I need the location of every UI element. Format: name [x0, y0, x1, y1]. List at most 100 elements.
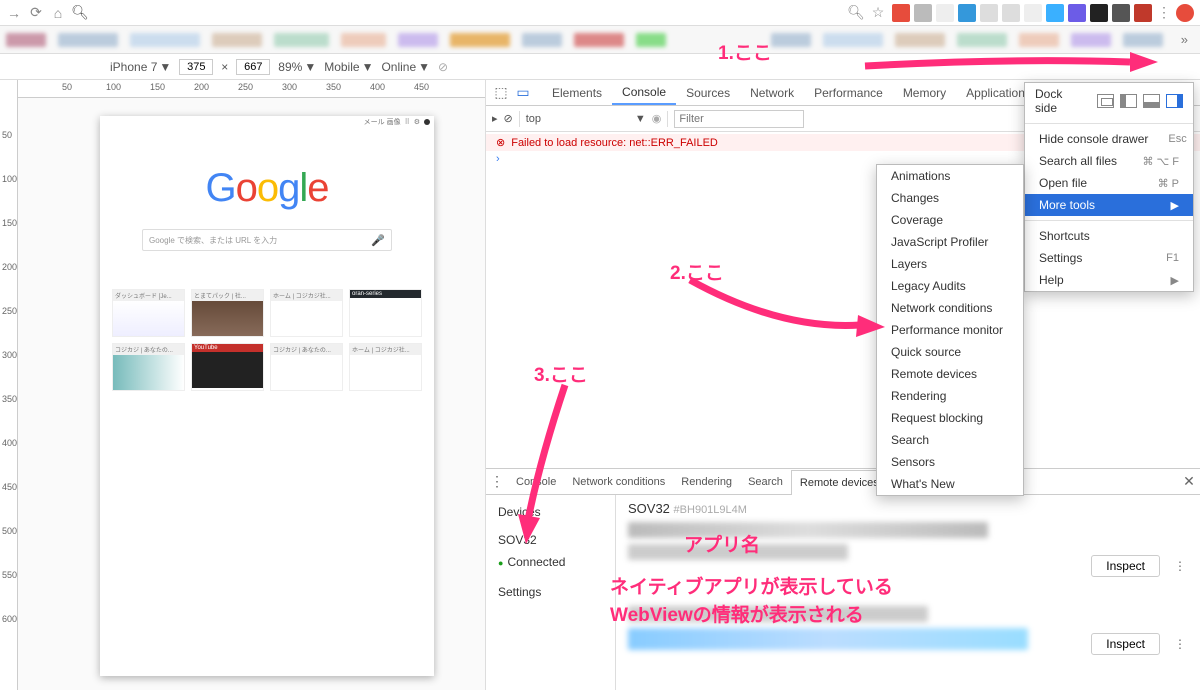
width-input[interactable] [179, 59, 213, 75]
overflow-icon[interactable]: » [1175, 32, 1194, 47]
zoom-icon[interactable]: 🔍︎ [848, 5, 864, 21]
kebab-icon[interactable]: ⋮ [1174, 559, 1186, 573]
thumb[interactable]: コジカジ | あなたの... [270, 343, 343, 391]
menu-legacy-audits[interactable]: Legacy Audits [877, 275, 1023, 297]
context-select[interactable]: top▼ [526, 113, 646, 125]
more-tools-submenu: Animations Changes Coverage JavaScript P… [876, 164, 1024, 496]
most-visited-grid: ダッシュボード [Je... とまてパック | 社... ホーム | コジカジ社… [112, 289, 422, 391]
menu-quick-source[interactable]: Quick source [877, 341, 1023, 363]
reload-icon[interactable]: ⟳ [28, 5, 44, 21]
extension-icon[interactable] [1046, 4, 1064, 22]
inspect-button[interactable]: Inspect [1091, 555, 1160, 577]
extension-icon[interactable] [1068, 4, 1086, 22]
device-select[interactable]: iPhone 7 ▼ [110, 60, 171, 74]
dock-bottom-icon[interactable] [1143, 94, 1160, 108]
menu-shortcuts[interactable]: Shortcuts [1025, 225, 1193, 247]
menu-open-file[interactable]: Open file⌘ P [1025, 172, 1193, 194]
dock-right-icon[interactable] [1166, 94, 1183, 108]
menu-coverage[interactable]: Coverage [877, 209, 1023, 231]
menu-network-conditions[interactable]: Network conditions [877, 297, 1023, 319]
devtools-main-menu: Dock side Hide console drawerEsc Search … [1024, 82, 1194, 292]
tab-console[interactable]: Console [612, 80, 676, 105]
menu-search[interactable]: Search [877, 429, 1023, 451]
dock-left-icon[interactable] [1120, 94, 1137, 108]
menu-animations[interactable]: Animations [877, 165, 1023, 187]
tab-sources[interactable]: Sources [676, 80, 740, 105]
thumb[interactable]: コジカジ | あなたの... [112, 343, 185, 391]
device-statusbar: メール 画像 ⠿⚙ [100, 116, 434, 128]
throttle-select[interactable]: Mobile ▼ [324, 60, 373, 74]
settings-item[interactable]: Settings [498, 581, 603, 603]
google-search-box[interactable]: Google で検索、または URL を入力 🎤 [142, 229, 392, 251]
dock-side-label: Dock side [1035, 87, 1085, 115]
sidebar-toggle-icon[interactable]: ▸ [492, 112, 498, 125]
clear-icon[interactable]: ⊘ [504, 112, 513, 125]
menu-whats-new[interactable]: What's New [877, 473, 1023, 495]
thumb[interactable]: ホーム | コジカジ社... [270, 289, 343, 337]
menu-rendering[interactable]: Rendering [877, 385, 1023, 407]
device-mode-icon[interactable]: ▭ [512, 82, 534, 104]
star-icon[interactable]: ☆ [870, 5, 886, 21]
extension-icon[interactable] [958, 4, 976, 22]
tab-performance[interactable]: Performance [804, 80, 893, 105]
menu-changes[interactable]: Changes [877, 187, 1023, 209]
thumb[interactable]: oran-series [349, 289, 422, 337]
device-frame: メール 画像 ⠿⚙ Google Google で検索、または URL を入力 … [100, 116, 434, 676]
menu-request-blocking[interactable]: Request blocking [877, 407, 1023, 429]
tab-elements[interactable]: Elements [542, 80, 612, 105]
kebab-icon[interactable]: ⋮ [1174, 637, 1186, 651]
online-select[interactable]: Online ▼ [381, 60, 430, 74]
bookmarks-bar: » [0, 26, 1200, 54]
extension-icon[interactable] [1134, 4, 1152, 22]
thumb[interactable]: YouTube [191, 343, 264, 391]
menu-sensors[interactable]: Sensors [877, 451, 1023, 473]
thumb[interactable]: ダッシュボード [Je... [112, 289, 185, 337]
menu-layers[interactable]: Layers [877, 253, 1023, 275]
home-icon[interactable]: ⌂ [50, 5, 66, 21]
menu-performance-monitor[interactable]: Performance monitor [877, 319, 1023, 341]
thumb[interactable]: ホーム | コジカジ社... [349, 343, 422, 391]
extension-icon[interactable] [1024, 4, 1042, 22]
extension-icon[interactable] [936, 4, 954, 22]
tab-network[interactable]: Network [740, 80, 804, 105]
extension-icon[interactable] [1112, 4, 1130, 22]
menu-js-profiler[interactable]: JavaScript Profiler [877, 231, 1023, 253]
camera-icon[interactable] [914, 4, 932, 22]
url-input[interactable] [94, 3, 842, 22]
menu-help[interactable]: Help▶ [1025, 269, 1193, 291]
menu-remote-devices[interactable]: Remote devices [877, 363, 1023, 385]
mic-icon[interactable]: 🎤 [371, 234, 385, 247]
kebab-icon[interactable]: ⋮ [486, 471, 508, 493]
extensions-row: ⋮ [892, 4, 1194, 22]
google-logo: Google [100, 166, 434, 211]
zoom-select[interactable]: 89% ▼ [278, 60, 316, 74]
menu-more-tools[interactable]: More tools▶ [1025, 194, 1193, 216]
kebab-icon[interactable]: ⋮ [1156, 5, 1172, 21]
menu-hide-drawer[interactable]: Hide console drawerEsc [1025, 128, 1193, 150]
inspect-element-icon[interactable]: ⬚ [490, 82, 512, 104]
drawer-tab-network-conditions[interactable]: Network conditions [564, 469, 673, 494]
thumb[interactable]: とまてパック | 社... [191, 289, 264, 337]
device-item[interactable]: SOV32 [498, 529, 603, 551]
menu-search-files[interactable]: Search all files⌘ ⌥ F [1025, 150, 1193, 172]
extension-icon[interactable] [1090, 4, 1108, 22]
inspect-button[interactable]: Inspect [1091, 633, 1160, 655]
extension-icon[interactable] [892, 4, 910, 22]
drawer-tab-console[interactable]: Console [508, 469, 564, 494]
filter-input[interactable] [674, 110, 804, 128]
eye-icon[interactable]: ◉ [652, 112, 662, 125]
tab-memory[interactable]: Memory [893, 80, 956, 105]
height-input[interactable] [236, 59, 270, 75]
close-icon[interactable]: ✕ [1178, 471, 1200, 493]
dock-undock-icon[interactable] [1097, 94, 1114, 108]
extension-icon[interactable] [980, 4, 998, 22]
menu-settings[interactable]: SettingsF1 [1025, 247, 1193, 269]
drawer-tab-rendering[interactable]: Rendering [673, 469, 740, 494]
ruler-horizontal: 50100 150200 250300 350400 450 [18, 80, 485, 98]
forward-icon[interactable]: → [6, 5, 22, 21]
avatar-icon[interactable] [1176, 4, 1194, 22]
extension-icon[interactable] [1002, 4, 1020, 22]
rotate-icon[interactable]: ⊘ [438, 60, 448, 74]
remote-devices-main: SOV32 #BH901L9L4M Inspect ⋮ Inspect ⋮ [616, 495, 1200, 690]
drawer-tab-search[interactable]: Search [740, 469, 791, 494]
